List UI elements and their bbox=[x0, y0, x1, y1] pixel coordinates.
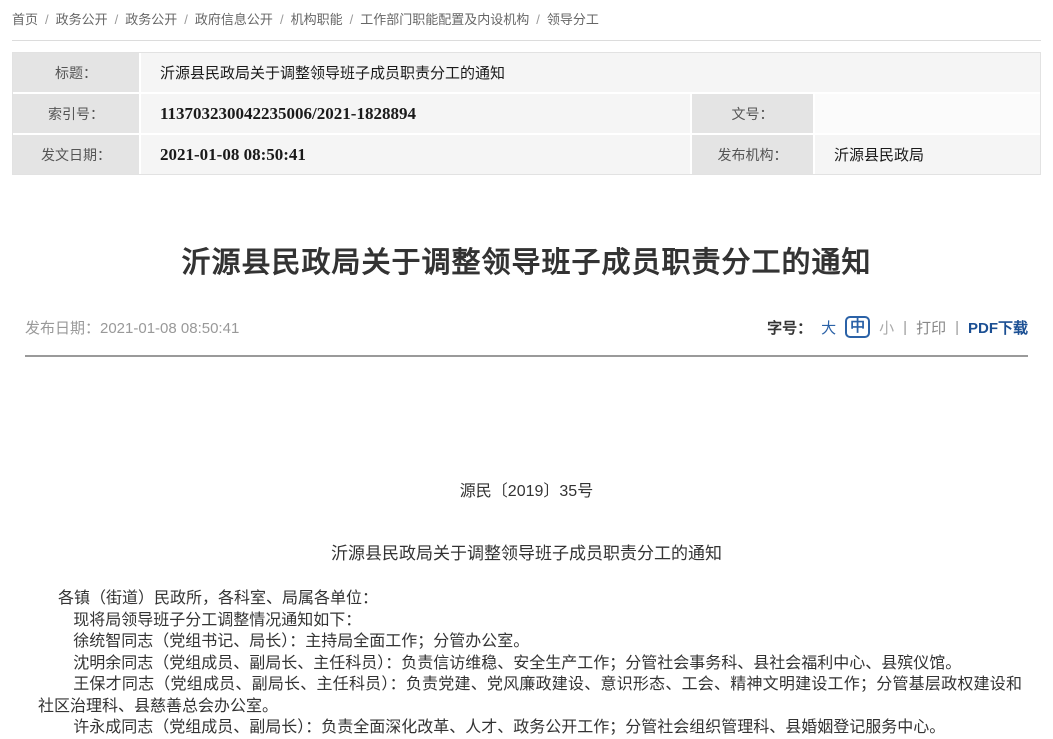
paragraph-wang-baocai: 王保才同志（党组成员、副局长、主任科员）：负责党建、党风廉政建设、意识形态、工会… bbox=[38, 674, 1022, 717]
breadcrumb-separator: / bbox=[45, 12, 49, 27]
meta-table: 标题： 沂源县民政局关于调整领导班子成员职责分工的通知 索引号： 1137032… bbox=[12, 52, 1041, 175]
breadcrumb-separator: / bbox=[115, 12, 119, 27]
breadcrumb-item-dept-config[interactable]: 工作部门职能配置及内设机构 bbox=[360, 12, 529, 27]
pipe-divider: | bbox=[903, 319, 907, 336]
tools-row: 发布日期：2021-01-08 08:50:41 字号： 大 中 小 | 打印 … bbox=[25, 315, 1028, 339]
font-size-small-button[interactable]: 小 bbox=[879, 317, 894, 338]
page-title: 沂源县民政局关于调整领导班子成员职责分工的通知 bbox=[20, 239, 1033, 281]
breadcrumb: 首页 / 政务公开 / 政务公开 / 政府信息公开 / 机构职能 / 工作部门职能配置及内设机构 / 领… bbox=[0, 0, 1053, 40]
breadcrumb-separator: / bbox=[280, 12, 284, 27]
agency-label: 发布机构： bbox=[692, 135, 813, 174]
title-label: 标题： bbox=[13, 53, 139, 92]
font-size-large-button[interactable]: 大 bbox=[821, 317, 836, 338]
breadcrumb-item-functions[interactable]: 机构职能 bbox=[291, 12, 343, 27]
pipe-divider: | bbox=[955, 319, 959, 336]
pdf-download-button[interactable]: PDF下载 bbox=[968, 317, 1028, 338]
breadcrumb-separator: / bbox=[536, 12, 540, 27]
doc-number-value bbox=[815, 94, 1040, 133]
paragraph-shen-mingyu: 沈明余同志（党组成员、副局长、主任科员）：负责信访维稳、安全生产工作；分管社会事… bbox=[38, 653, 1022, 675]
breadcrumb-item-gov-info[interactable]: 政府信息公开 bbox=[195, 12, 273, 27]
font-size-medium-button[interactable]: 中 bbox=[845, 316, 870, 338]
doc-body-title: 沂源县民政局关于调整领导班子成员职责分工的通知 bbox=[0, 539, 1053, 564]
doc-reference-number: 源民〔2019〕35号 bbox=[0, 477, 1053, 501]
content-divider bbox=[25, 355, 1028, 357]
title-value: 沂源县民政局关于调整领导班子成员职责分工的通知 bbox=[141, 53, 1040, 92]
breadcrumb-separator: / bbox=[184, 12, 188, 27]
publish-date: 发布日期：2021-01-08 08:50:41 bbox=[25, 317, 239, 338]
paragraph-salutation: 各镇（街道）民政所，各科室、局属各单位： bbox=[38, 588, 1022, 610]
breadcrumb-separator: / bbox=[350, 12, 354, 27]
doc-number-label: 文号： bbox=[692, 94, 813, 133]
index-number-value: 113703230042235006/2021-1828894 bbox=[141, 94, 690, 133]
issue-date-value: 2021-01-08 08:50:41 bbox=[141, 135, 690, 174]
print-button[interactable]: 打印 bbox=[916, 317, 946, 338]
paragraph-intro: 现将局领导班子分工调整情况通知如下： bbox=[38, 610, 1022, 632]
doc-content: 各镇（街道）民政所，各科室、局属各单位： 现将局领导班子分工调整情况通知如下： … bbox=[38, 588, 1022, 739]
breadcrumb-item-home[interactable]: 首页 bbox=[12, 12, 38, 27]
agency-value: 沂源县民政局 bbox=[815, 135, 1040, 174]
index-number-label: 索引号： bbox=[13, 94, 139, 133]
breadcrumb-item-open-gov-2[interactable]: 政务公开 bbox=[125, 12, 177, 27]
breadcrumb-divider bbox=[12, 40, 1041, 41]
breadcrumb-item-leadership[interactable]: 领导分工 bbox=[547, 12, 599, 27]
paragraph-xu-tongzhi: 徐统智同志（党组书记、局长）：主持局全面工作；分管办公室。 bbox=[38, 631, 1022, 653]
issue-date-label: 发文日期： bbox=[13, 135, 139, 174]
font-size-label: 字号： bbox=[767, 317, 812, 338]
breadcrumb-item-open-gov-1[interactable]: 政务公开 bbox=[56, 12, 108, 27]
tools-right: 字号： 大 中 小 | 打印 | PDF下载 bbox=[767, 316, 1028, 338]
paragraph-xu-yongcheng: 许永成同志（党组成员、副局长）：负责全面深化改革、人才、政务公开工作；分管社会组… bbox=[38, 717, 1022, 739]
